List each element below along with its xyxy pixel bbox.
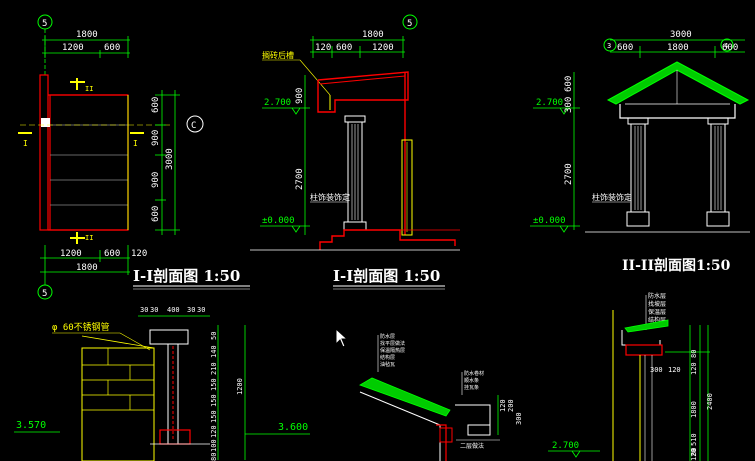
- plan-dim-top-b: 600: [104, 43, 120, 53]
- detail2-note-1: 防水层: [380, 333, 395, 340]
- plan-dim-top-a: 1200: [62, 43, 84, 53]
- section2-level-base: ±0.000: [533, 216, 566, 226]
- axis-label-bottom: 5: [42, 289, 47, 299]
- detail2-note-2: 找平层做法: [380, 340, 405, 347]
- mouse-cursor-icon: [335, 328, 349, 348]
- detail2-note-4: 结构层: [380, 354, 395, 361]
- detail1-dim-top-2: 30: [150, 306, 158, 314]
- section1-dim-c: 1200: [372, 43, 394, 53]
- detail-railing: 30 30 400 30 30 φ 60不锈钢管 3.570 3.600 50 …: [14, 306, 310, 461]
- plan-mark-I-left: I: [23, 139, 28, 148]
- detail1-dim-top-5: 30: [197, 306, 205, 314]
- detail1-dim-top-3: 400: [167, 306, 180, 314]
- plan-dim-bot-b: 600: [104, 249, 120, 259]
- detail2-dim-2: 200: [507, 399, 515, 412]
- detail1-dim-v7: 120: [210, 425, 218, 438]
- detail1-dim-v5: 150: [210, 394, 218, 407]
- plan-dim-right-d: 600: [151, 206, 161, 222]
- detail2-note-7: 顺水条: [464, 377, 479, 384]
- section1-dim-v1: 900: [295, 88, 305, 104]
- detail2-note-5: 油毡瓦: [380, 361, 395, 368]
- section2-dim-a: 600: [617, 43, 633, 53]
- section1-level-top: 2.700: [264, 98, 291, 108]
- plan-view: 5 1800 1200 600 II II I I 600 900 900 60…: [18, 14, 250, 300]
- plan-title: I-I剖面图 1:50: [133, 267, 240, 285]
- plan-dim-right-c: 900: [151, 172, 161, 188]
- section-I: 5 1800 120 600 1200 搁砖后槽 2.700 ±0.000 90…: [250, 14, 460, 290]
- plan-mark-II-top: II: [85, 85, 93, 93]
- section2-dim-c: 600: [722, 43, 738, 53]
- section2-dim-b: 1800: [667, 43, 689, 53]
- plan-mark-I-right: I: [133, 139, 138, 148]
- detail3-dim-v2: 120: [690, 362, 698, 375]
- detail3-dim-v3: 1800: [690, 401, 698, 418]
- detail3-dim-v1: 80: [690, 350, 698, 358]
- section2-dim-v3: 2700: [564, 163, 574, 185]
- cad-drawing-canvas[interactable]: 5 1800 1200 600 II II I I 600 900 900 60…: [0, 0, 755, 461]
- detail2-note-8: 挂瓦条: [464, 384, 479, 391]
- section1-dim-total: 1800: [362, 30, 384, 40]
- section2-dim-v1: 600: [564, 76, 574, 92]
- detail1-dim-top-1: 30: [140, 306, 148, 314]
- plan-column-marker: [41, 118, 50, 127]
- section2-axis-left: 3: [607, 42, 611, 50]
- detail2-note-3: 保温隔热层: [380, 347, 405, 354]
- detail2-dim-1: 120: [499, 399, 507, 412]
- detail3-dim-v5: 510: [690, 433, 698, 446]
- plan-dim-right-a: 600: [151, 97, 161, 113]
- detail3-note-3: 保温层: [648, 308, 666, 316]
- section2-level-top: 2.700: [536, 98, 563, 108]
- detail3-dim-v7: 120: [690, 448, 698, 461]
- section1-dim-b: 600: [336, 43, 352, 53]
- detail3-level: 2.700: [552, 441, 579, 451]
- plan-dim-bot-c: 120: [131, 249, 147, 259]
- plan-mark-II-bottom: II: [85, 234, 93, 242]
- section1-note-top: 搁砖后槽: [262, 50, 294, 60]
- detail1-dim-v4: 150: [210, 378, 218, 391]
- detail1-level-right: 3.600: [278, 422, 308, 433]
- detail1-dim-v3: 210: [210, 362, 218, 375]
- detail1-dim-top-4: 30: [187, 306, 195, 314]
- detail3-dim-b: 120: [668, 366, 681, 374]
- section-II: 3 4 3000 600 1800 600 2.700 ±0.000 600 3…: [530, 30, 750, 274]
- section2-dim-total: 3000: [670, 30, 692, 40]
- plan-dim-right-b: 900: [151, 130, 161, 146]
- section1-dim-v2: 2700: [295, 168, 305, 190]
- plan-dim-bot-total: 1800: [76, 263, 98, 273]
- plan-dim-top-total: 1800: [76, 30, 98, 40]
- detail2-dim-3: 300: [515, 412, 523, 425]
- detail3-note-1: 防水层: [648, 292, 666, 300]
- detail1-dim-v6: 150: [210, 410, 218, 423]
- section1-dim-a: 120: [315, 43, 331, 53]
- detail1-dim-total: 1200: [236, 378, 244, 395]
- detail3-note-2: 找坡层: [648, 300, 666, 308]
- section1-axis-label: 5: [407, 19, 412, 29]
- detail-beam: 防水层 找坡层 保温层 结构层 300 120 80 120 1800 2400…: [548, 292, 714, 461]
- detail3-dim-a: 300: [650, 366, 663, 374]
- section2-title: II-II剖面图1:50: [622, 257, 731, 274]
- detail1-pipe-note: φ 60不锈钢管: [52, 321, 110, 333]
- detail1-dim-v1: 50: [210, 332, 218, 340]
- section1-note-col: 柱饰装饰定: [310, 192, 350, 202]
- plan-dim-bot-a: 1200: [60, 249, 82, 259]
- detail-eave: 防水层 找平层做法 保温隔热层 结构层 油毡瓦 防水卷材 顺水条 挂瓦条 二层做…: [359, 333, 523, 461]
- section1-title: I-I剖面图 1:50: [333, 267, 440, 285]
- section1-level-base: ±0.000: [262, 216, 295, 226]
- detail1-dim-v2: 140: [210, 345, 218, 358]
- detail2-note-b: 二层做法: [460, 442, 484, 450]
- axis-label-right: C: [191, 121, 196, 131]
- detail2-note-6: 防水卷材: [464, 370, 484, 377]
- detail3-dim-v4: 2400: [706, 393, 714, 410]
- section2-note-col: 柱饰装饰定: [592, 192, 632, 202]
- section2-dim-v2: 300: [564, 97, 574, 113]
- detail1-level-left: 3.570: [16, 420, 46, 431]
- detail1-dim-v9: 80: [210, 453, 218, 461]
- plan-dim-right-total: 3000: [165, 148, 175, 170]
- axis-label-top: 5: [42, 19, 47, 29]
- detail1-dim-v8: 100: [210, 439, 218, 452]
